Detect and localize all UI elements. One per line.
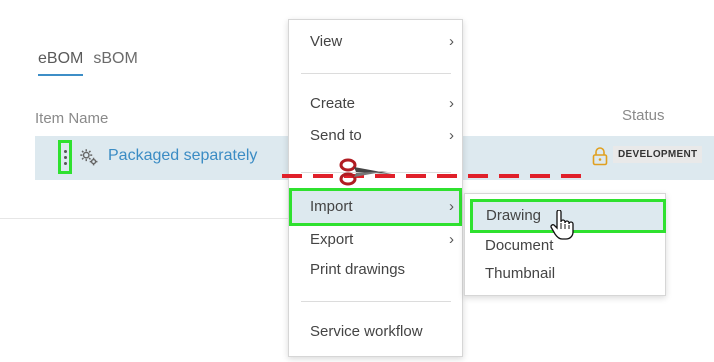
item-name-link[interactable]: Packaged separately — [108, 147, 257, 165]
row-divider — [0, 218, 290, 219]
menu-item-view[interactable]: View › — [289, 28, 462, 56]
menu-item-label: Export — [310, 231, 354, 248]
menu-divider — [301, 73, 451, 74]
dashed-cut-line — [282, 174, 592, 178]
menu-item-label: View — [310, 33, 343, 50]
chevron-right-icon: › — [449, 198, 454, 215]
import-submenu: Drawing Document Thumbnail — [464, 193, 666, 296]
menu-item-label: Create — [310, 95, 356, 112]
tab-ebom[interactable]: eBOM — [38, 50, 84, 76]
chevron-right-icon: › — [449, 127, 454, 144]
column-header-item-name[interactable]: Item Name — [35, 110, 108, 127]
status-badge: DEVELOPMENT — [613, 146, 703, 163]
context-menu: View › Create › Send to › Import › Expor… — [288, 19, 463, 357]
submenu-item-thumbnail[interactable]: Thumbnail — [465, 260, 665, 288]
menu-item-create[interactable]: Create › — [289, 90, 462, 118]
column-header-status[interactable]: Status — [622, 107, 665, 124]
chevron-right-icon: › — [449, 231, 454, 248]
menu-item-label: Print drawings — [310, 261, 406, 278]
screen: eBOM sBOM Item Name Status Packaged sepa… — [0, 0, 714, 362]
tab-sbom[interactable]: sBOM — [93, 50, 137, 76]
menu-item-print-drawings[interactable]: Print drawings — [289, 256, 462, 284]
menu-item-label: Send to — [310, 127, 362, 144]
menu-item-label: Import — [310, 198, 353, 215]
gear-icon — [80, 149, 98, 166]
menu-item-export[interactable]: Export › — [289, 226, 462, 254]
bom-tabs: eBOM sBOM — [38, 50, 138, 76]
hand-pointer-icon — [550, 210, 574, 240]
menu-item-import[interactable]: Import › — [289, 188, 462, 226]
menu-item-send-to[interactable]: Send to › — [289, 122, 462, 150]
chevron-right-icon: › — [449, 33, 454, 50]
lock-icon — [592, 147, 608, 166]
scissors-icon — [339, 158, 392, 186]
menu-item-label: Service workflow — [310, 323, 423, 340]
row-actions-kebab-icon[interactable] — [58, 140, 72, 174]
chevron-right-icon: › — [449, 95, 454, 112]
menu-item-service-workflow[interactable]: Service workflow — [289, 318, 462, 346]
menu-divider — [301, 301, 451, 302]
